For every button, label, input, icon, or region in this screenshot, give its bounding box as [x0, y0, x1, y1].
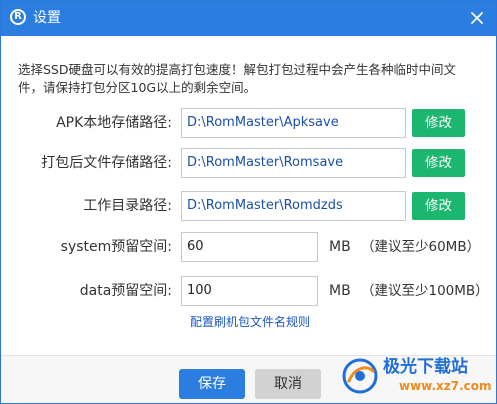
data-reserve-unit: MB: [329, 283, 351, 299]
data-reserve-label: data预留空间:: [79, 283, 172, 299]
watermark-title: 极光下载站: [383, 357, 468, 377]
app-logo-icon: R: [10, 9, 26, 25]
work-dir-field[interactable]: D:\RomMaster\Romdzds: [181, 191, 406, 221]
system-reserve-input[interactable]: 60: [181, 232, 318, 262]
filename-rule-link[interactable]: 配置刷机包文件名规则: [190, 314, 310, 330]
settings-dialog: R 设置 选择SSD硬盘可以有效的提高打包速度！解包打包过程中会产生各种临时中间…: [0, 0, 497, 404]
ssd-tip-text: 选择SSD硬盘可以有效的提高打包速度！解包打包过程中会产生各种临时中间文件，请保…: [18, 62, 456, 95]
dialog-title: 设置: [33, 10, 61, 26]
watermark-url: www.xz7.com: [399, 379, 492, 393]
work-dir-modify-button[interactable]: 修改: [412, 192, 465, 220]
system-reserve-label: system预留空间:: [60, 239, 172, 255]
title-bar[interactable]: R 设置: [1, 1, 496, 36]
cancel-button[interactable]: 取消: [255, 369, 321, 399]
work-dir-label: 工作目录路径:: [83, 198, 172, 214]
packed-path-field[interactable]: D:\RomMaster\Romsave: [181, 148, 406, 178]
apk-path-label: APK本地存储路径:: [56, 115, 172, 131]
data-reserve-input[interactable]: 100: [181, 276, 318, 306]
apk-path-field[interactable]: D:\RomMaster\Apksave: [181, 108, 406, 138]
watermark: 极光下载站 www.xz7.com: [341, 354, 492, 400]
system-reserve-hint: （建议至少60MB）: [361, 239, 481, 255]
data-reserve-hint: （建议至少100MB）: [361, 283, 489, 299]
save-button[interactable]: 保存: [179, 369, 245, 399]
close-icon[interactable]: [469, 10, 485, 26]
packed-path-modify-button[interactable]: 修改: [412, 149, 465, 177]
watermark-logo-icon: [342, 358, 378, 394]
packed-path-label: 打包后文件存储路径:: [41, 155, 172, 171]
system-reserve-unit: MB: [329, 239, 351, 255]
apk-path-modify-button[interactable]: 修改: [412, 109, 465, 137]
